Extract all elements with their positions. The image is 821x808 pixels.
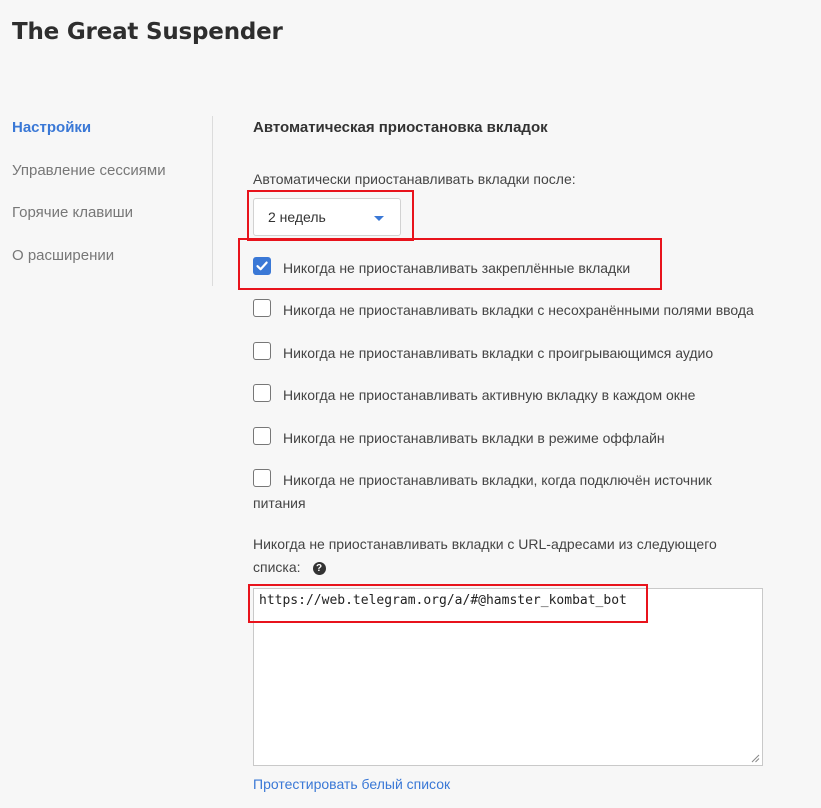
sidebar-item-about[interactable]: О расширении (12, 246, 212, 266)
option-label: Никогда не приостанавливать вкладки с не… (283, 302, 754, 318)
checkbox-icon[interactable] (253, 427, 271, 445)
sidebar-divider (212, 116, 213, 286)
suspend-after-label: Автоматически приостанавливать вкладки п… (253, 171, 576, 187)
help-icon[interactable]: ? (312, 562, 326, 575)
sidebar-nav: Настройки Управление сессиями Горячие кл… (12, 118, 212, 288)
sidebar-item-hotkeys[interactable]: Горячие клавиши (12, 203, 212, 223)
app-title: The Great Suspender (12, 19, 283, 45)
suspend-after-value: 2 недель (268, 209, 326, 225)
option-label-continued: питания (253, 495, 306, 511)
option-label: Никогда не приостанавливать вкладки в ре… (283, 430, 665, 446)
checkbox-icon[interactable] (253, 384, 271, 402)
whitelist-label-continued: списка:? (253, 559, 326, 575)
option-power-source[interactable]: Никогда не приостанавливать вкладки, ког… (253, 469, 773, 517)
checkbox-checked-icon[interactable] (253, 257, 271, 275)
option-label: Никогда не приостанавливать закреплённые… (283, 260, 631, 276)
option-label: Никогда не приостанавливать вкладки с пр… (283, 345, 714, 361)
whitelist-label-text: списка: (253, 559, 301, 575)
checkbox-icon[interactable] (253, 299, 271, 317)
whitelist-textarea[interactable]: https://web.telegram.org/a/#@hamster_kom… (253, 588, 763, 766)
checkbox-icon[interactable] (253, 469, 271, 487)
option-label: Никогда не приостанавливать активную вкл… (283, 387, 696, 403)
sidebar-item-session-management[interactable]: Управление сессиями (12, 161, 212, 181)
test-whitelist-link[interactable]: Протестировать белый список (253, 776, 450, 792)
whitelist-value: https://web.telegram.org/a/#@hamster_kom… (259, 593, 627, 608)
option-label: Никогда не приостанавливать вкладки, ког… (283, 472, 712, 488)
section-title: Автоматическая приостановка вкладок (253, 119, 548, 136)
suspend-after-select[interactable]: 2 недель (253, 198, 401, 236)
dropdown-arrow-icon (374, 216, 384, 221)
resize-handle-icon[interactable] (750, 753, 760, 763)
whitelist-label: Никогда не приостанавливать вкладки с UR… (253, 536, 717, 552)
sidebar-item-settings[interactable]: Настройки (12, 118, 212, 138)
checkbox-icon[interactable] (253, 342, 271, 360)
